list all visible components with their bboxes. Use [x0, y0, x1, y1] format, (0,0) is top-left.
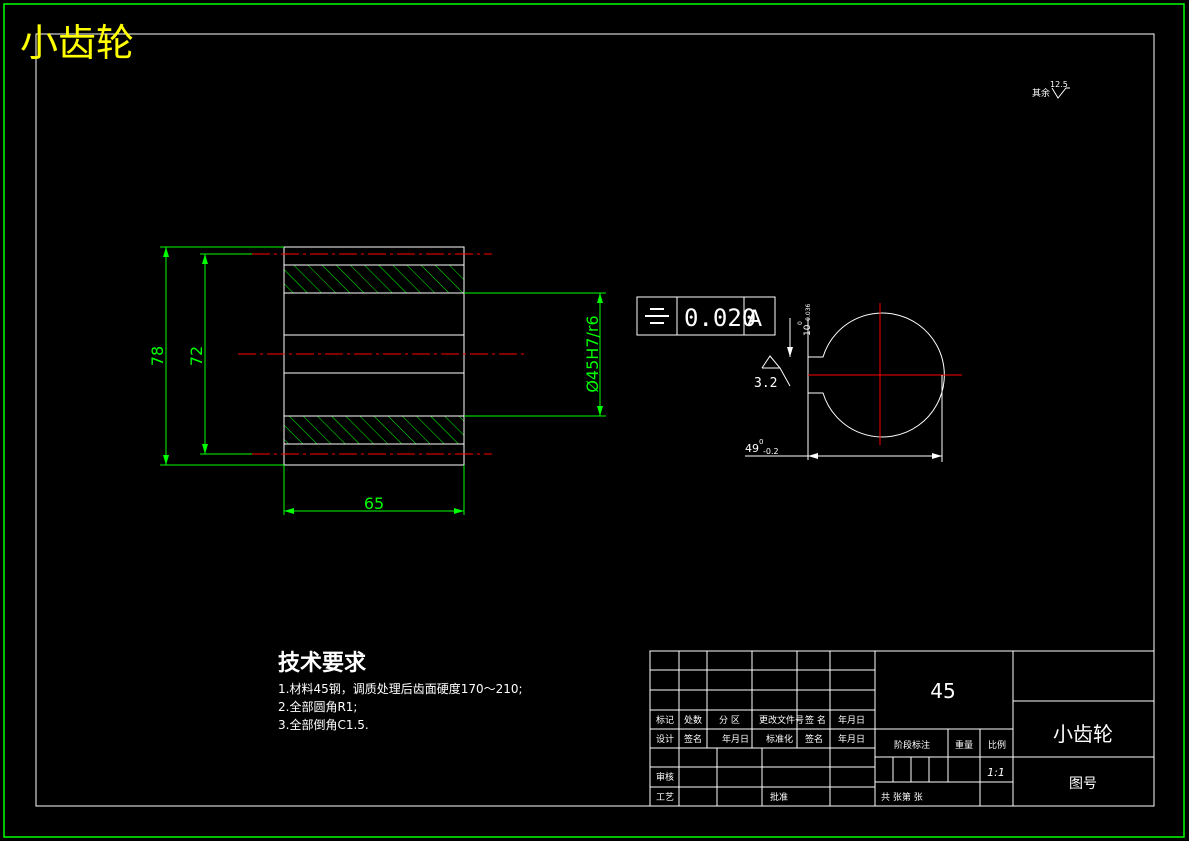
surface-note-value: 12.5	[1050, 80, 1068, 89]
dim-width: 65	[364, 494, 384, 513]
tb-drawing-no: 图号	[1069, 776, 1097, 792]
tb-design: 设计	[656, 733, 674, 745]
keyway-width: 10	[803, 324, 813, 336]
keyway-depth: 49	[745, 442, 759, 455]
tb-scale-value: 1:1	[987, 766, 1005, 779]
tb-sign: 签 名	[805, 714, 826, 726]
dim-bore: Ø45H7/r6	[583, 315, 602, 392]
tolerance-datum: A	[747, 307, 762, 332]
tech-item-1: 1.材料45钢，调质处理后齿面硬度170～210;	[278, 681, 523, 696]
tb-doc: 更改文件号	[759, 714, 804, 726]
outer-border	[3, 3, 1185, 838]
surface-note-prefix: 其余	[1032, 87, 1050, 99]
tb-scale-label: 比例	[988, 739, 1006, 751]
tb-stage-mark: 阶段标注	[894, 739, 930, 751]
keyway-width-tol-upper: 0	[797, 321, 804, 325]
drawing-sheet: 小齿轮 其余 12.5 78 72 Ø45H7/r6 65 0.020 A 10…	[3, 3, 1185, 838]
tb-weight: 重量	[955, 739, 973, 751]
tb-mark: 标记	[656, 714, 674, 726]
tech-heading: 技术要求	[278, 651, 366, 676]
keyway-depth-tol-upper: 0	[759, 438, 763, 446]
keyway-view	[807, 303, 962, 445]
tb-part-name: 小齿轮	[1053, 722, 1113, 746]
keyway-arrows	[787, 347, 942, 459]
tb-process: 工艺	[656, 792, 674, 803]
tech-item-3: 3.全部倒角C1.5.	[278, 717, 369, 732]
keyway-width-tol-lower: -0.036	[805, 303, 812, 323]
tb-date3: 年月日	[838, 733, 865, 745]
tech-item-2: 2.全部圆角R1;	[278, 699, 357, 714]
section-view	[238, 246, 525, 466]
page-title: 小齿轮	[20, 21, 134, 65]
tolerance-value: 0.020	[684, 304, 756, 332]
keyway-roughness: 3.2	[754, 376, 777, 391]
keyway-depth-tol-lower: -0.2	[763, 447, 779, 456]
dim-inner-height: 72	[187, 346, 206, 366]
hatch-bottom	[283, 415, 465, 445]
tb-date: 年月日	[838, 714, 865, 726]
hatch-top	[283, 264, 465, 294]
tb-material: 45	[930, 679, 955, 703]
dim-outer-height: 78	[148, 346, 167, 366]
tb-sheets: 共 张第 张	[881, 791, 923, 803]
tb-sign3: 签名	[805, 733, 823, 745]
tolerance-frame: 0.020 A	[636, 296, 776, 336]
tb-approve: 批准	[770, 791, 788, 803]
tb-count: 处数	[684, 714, 702, 726]
tb-date2: 年月日	[722, 733, 749, 745]
tb-std: 标准化	[766, 733, 793, 745]
tb-review: 审核	[656, 771, 674, 783]
inner-border	[35, 33, 1155, 807]
symmetry-icon	[645, 308, 669, 324]
tb-zone: 分 区	[719, 715, 740, 726]
tb-sign2: 签名	[684, 733, 702, 745]
roughness-icon	[1051, 87, 1070, 99]
